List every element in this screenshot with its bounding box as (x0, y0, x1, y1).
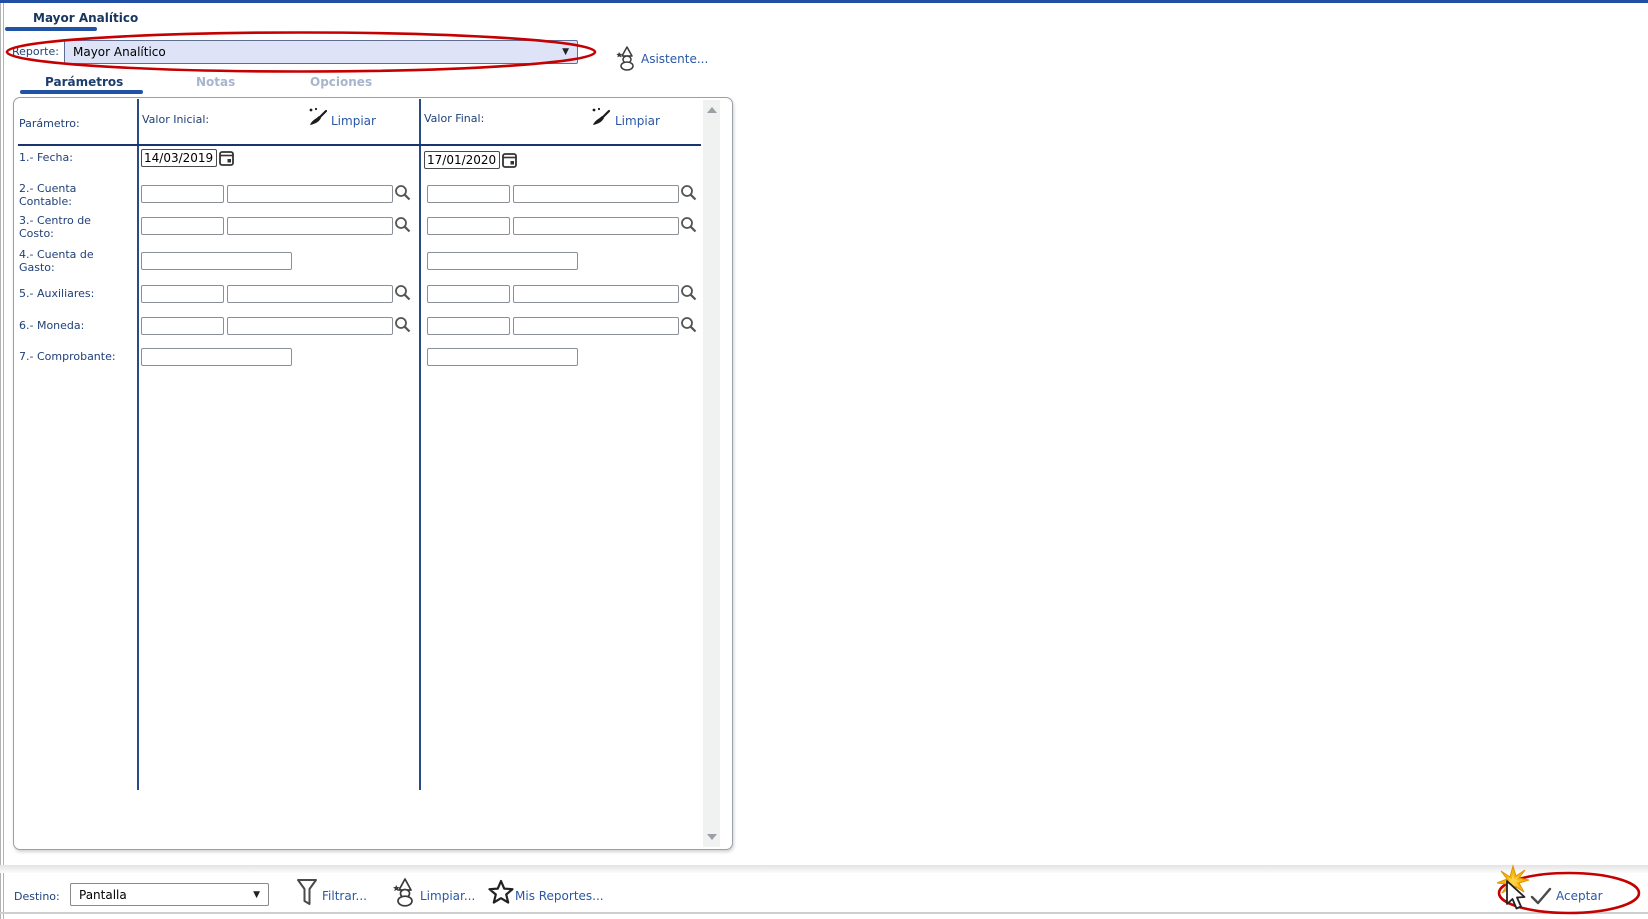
destination-select-value: Pantalla (79, 887, 127, 902)
magnifier-icon[interactable] (394, 284, 411, 301)
footer-bottom-line (0, 912, 1648, 914)
moneda-final-code[interactable] (427, 317, 510, 335)
centro-costo-initial-desc[interactable] (227, 217, 393, 235)
destination-select[interactable]: Pantalla ▼ (70, 883, 269, 906)
mouse-cursor-icon (1506, 880, 1526, 910)
moneda-initial-desc[interactable] (227, 317, 393, 335)
funnel-icon (296, 878, 318, 908)
fecha-initial-input[interactable] (141, 149, 217, 167)
auxiliares-initial-code[interactable] (141, 285, 224, 303)
window-left-edge-line (0, 3, 1, 919)
report-select[interactable]: Mayor Analítico ▼ (64, 40, 578, 64)
tab-opciones[interactable]: Opciones (310, 75, 372, 89)
magnifier-icon[interactable] (680, 316, 697, 333)
auxiliares-initial-desc[interactable] (227, 285, 393, 303)
caret-down-icon: ▼ (562, 47, 569, 57)
cuenta-contable-initial-desc[interactable] (227, 185, 393, 203)
row-label-auxiliares: 5.- Auxiliares: (19, 287, 95, 300)
magnifier-icon[interactable] (680, 216, 697, 233)
auxiliares-final-code[interactable] (427, 285, 510, 303)
my-reports-link[interactable]: Mis Reportes... (515, 889, 604, 903)
wizard-icon (391, 877, 417, 907)
moneda-final-desc[interactable] (513, 317, 679, 335)
window-left-edge-line-inner (3, 3, 4, 919)
star-icon (488, 879, 514, 905)
initial-column-header: Valor Inicial: (142, 113, 210, 126)
auxiliares-final-desc[interactable] (513, 285, 679, 303)
grid-divider-2 (419, 99, 421, 790)
grid-header-underline (18, 144, 701, 146)
broom-icon[interactable] (306, 107, 330, 131)
check-icon (1530, 887, 1552, 905)
report-parameters-window: Mayor Analítico Reporte: Mayor Analítico… (0, 0, 1648, 919)
calendar-icon[interactable] (219, 150, 234, 166)
report-select-value: Mayor Analítico (73, 45, 166, 59)
row-label-comprobante: 7.- Comprobante: (19, 350, 116, 363)
calendar-icon[interactable] (502, 152, 517, 168)
parameters-panel (13, 97, 733, 850)
panel-scrollbar[interactable] (703, 100, 720, 847)
magnifier-icon[interactable] (394, 316, 411, 333)
accept-button[interactable]: Aceptar (1556, 889, 1603, 903)
grid-divider-1 (137, 99, 139, 790)
centro-costo-initial-code[interactable] (141, 217, 224, 235)
page-title-tab[interactable]: Mayor Analítico (33, 11, 138, 25)
caret-down-icon: ▼ (253, 889, 260, 900)
param-column-header: Parámetro: (19, 117, 80, 130)
filter-link[interactable]: Filtrar... (322, 889, 367, 903)
broom-icon[interactable] (589, 107, 613, 131)
moneda-initial-code[interactable] (141, 317, 224, 335)
cuenta-contable-final-desc[interactable] (513, 185, 679, 203)
footer-divider-strip (0, 865, 1648, 873)
comprobante-final-input[interactable] (427, 348, 578, 366)
row-label-cuenta-gasto: 4.- Cuenta de Gasto: (19, 248, 94, 274)
fecha-final-input[interactable] (424, 151, 500, 169)
scroll-down-arrow-icon[interactable] (707, 834, 717, 840)
clear-footer-link[interactable]: Limpiar... (420, 889, 475, 903)
centro-costo-final-desc[interactable] (513, 217, 679, 235)
row-label-centro-costo: 3.- Centro de Costo: (19, 214, 91, 240)
magnifier-icon[interactable] (680, 284, 697, 301)
clear-final-link[interactable]: Limpiar (615, 114, 660, 128)
window-top-accent-line (0, 0, 1648, 3)
cuenta-contable-initial-code[interactable] (141, 185, 224, 203)
page-title-tab-underline (5, 27, 97, 31)
row-label-moneda: 6.- Moneda: (19, 319, 85, 332)
wizard-icon (615, 45, 637, 71)
final-column-header: Valor Final: (424, 112, 485, 125)
tab-parametros-underline (20, 90, 143, 94)
cuenta-gasto-final-input[interactable] (427, 252, 578, 270)
magnifier-icon[interactable] (394, 216, 411, 233)
destination-label: Destino: (14, 890, 60, 903)
row-label-fecha: 1.- Fecha: (19, 151, 73, 164)
assistant-link[interactable]: Asistente... (641, 52, 708, 66)
cuenta-contable-final-code[interactable] (427, 185, 510, 203)
tab-parametros[interactable]: Parámetros (45, 75, 123, 89)
scroll-up-arrow-icon[interactable] (707, 107, 717, 113)
row-label-cuenta-contable: 2.- Cuenta Contable: (19, 182, 77, 208)
report-label: Reporte: (12, 45, 59, 58)
centro-costo-final-code[interactable] (427, 217, 510, 235)
clear-initial-link[interactable]: Limpiar (331, 114, 376, 128)
magnifier-icon[interactable] (680, 184, 697, 201)
cuenta-gasto-initial-input[interactable] (141, 252, 292, 270)
comprobante-initial-input[interactable] (141, 348, 292, 366)
magnifier-icon[interactable] (394, 184, 411, 201)
tab-notas[interactable]: Notas (196, 75, 235, 89)
